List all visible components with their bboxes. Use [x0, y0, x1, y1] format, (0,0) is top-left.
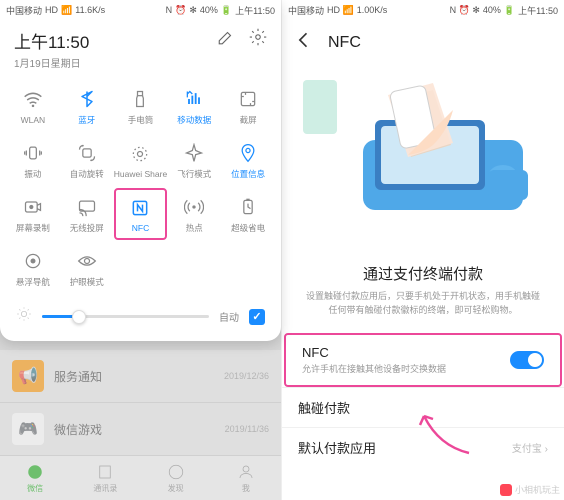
cellular-icon	[182, 87, 206, 111]
qs-tile-hotspot[interactable]: 热点	[167, 188, 221, 240]
powersave-icon	[236, 195, 260, 219]
qs-tile-record[interactable]: 屏幕录制	[6, 188, 60, 240]
section-subtitle: 设置触碰付款应用后，只要手机处于开机状态，用手机触碰任何带有触碰付款徽标的终端，…	[302, 290, 544, 317]
nav-discover[interactable]: 发现	[141, 456, 211, 500]
hd-icon: HD	[45, 5, 58, 15]
auto-brightness-checkbox[interactable]	[249, 309, 265, 325]
hotspot-icon	[182, 195, 206, 219]
panel-date: 1月19日星期日	[14, 55, 89, 70]
qs-tile-share[interactable]: Huawei Share	[114, 134, 168, 186]
qs-tile-location[interactable]: 位置信息	[221, 134, 275, 186]
carrier-text: 中国移动	[6, 4, 42, 17]
right-phone: 中国移动 HD 📶 1.00K/s N ⏰ ✻ 40%🔋 上午11:50 NFC	[282, 0, 564, 500]
page-title: NFC	[328, 34, 361, 52]
brightness-row: 自动	[0, 298, 281, 331]
brightness-slider[interactable]	[42, 315, 209, 318]
annotation-arrow	[414, 408, 484, 458]
qs-tile-cast[interactable]: 无线投屏	[60, 188, 114, 240]
time-text: 上午11:50	[518, 4, 558, 17]
battery-text: 40%	[483, 5, 501, 15]
screenshot-icon	[236, 87, 260, 111]
bt-status-icon: ✻	[189, 5, 197, 16]
speed-text: 11.6K/s	[75, 5, 105, 15]
list-item[interactable]: 📢 服务通知 2019/12/36	[0, 350, 281, 403]
float-nav-icon	[21, 249, 45, 273]
qs-tile-float-nav[interactable]: 悬浮导航	[6, 242, 60, 294]
speed-text: 1.00K/s	[357, 5, 388, 15]
nfc-toggle-row[interactable]: NFC 允许手机在接触其他设备时交换数据	[284, 333, 562, 387]
bluetooth-icon	[75, 87, 99, 111]
flashlight-icon	[128, 87, 152, 111]
section-title: 通过支付终端付款	[302, 263, 544, 284]
nfc-illustration	[282, 65, 564, 245]
nfc-status-icon: N	[166, 5, 173, 15]
left-phone: 中国移动 HD 📶 11.6K/s N ⏰ ✻ 40%🔋 上午11:50 上午1…	[0, 0, 282, 500]
nav-me[interactable]: 我	[211, 456, 281, 500]
avatar: 📢	[12, 360, 44, 392]
time-text: 上午11:50	[235, 4, 275, 17]
qs-tile-powersave[interactable]: 超级省电	[221, 188, 275, 240]
share-icon	[128, 142, 152, 166]
panel-time: 上午11:50	[14, 28, 89, 53]
status-bar: 中国移动 HD 📶 1.00K/s N ⏰ ✻ 40%🔋 上午11:50	[282, 0, 564, 20]
qs-tile-airplane[interactable]: 飞行模式	[167, 134, 221, 186]
back-button[interactable]	[294, 30, 314, 55]
qs-tile-bluetooth[interactable]: 蓝牙	[60, 80, 114, 132]
qs-tile-cellular[interactable]: 移动数据	[167, 80, 221, 132]
list-item[interactable]: 🎮 微信游戏 2019/11/36	[0, 403, 281, 456]
auto-brightness-label: 自动	[219, 309, 239, 324]
location-icon	[236, 141, 260, 165]
qs-tile-wifi[interactable]: WLAN	[6, 80, 60, 132]
edit-icon[interactable]	[217, 28, 235, 51]
record-icon	[21, 195, 45, 219]
wifi-icon	[21, 88, 45, 112]
qs-tile-eye-protect[interactable]: 护眼模式	[60, 242, 114, 294]
qs-tile-screenshot[interactable]: 截屏	[221, 80, 275, 132]
nav-contacts[interactable]: 通讯录	[70, 456, 140, 500]
battery-text: 40%	[200, 5, 218, 15]
nfc-toggle[interactable]	[510, 351, 544, 369]
background-content: 📢 服务通知 2019/12/36 🎮 微信游戏 2019/11/36 微信 通…	[0, 350, 281, 500]
carrier-text: 中国移动	[288, 4, 324, 17]
cast-icon	[75, 195, 99, 219]
status-bar: 中国移动 HD 📶 11.6K/s N ⏰ ✻ 40%🔋 上午11:50	[0, 0, 281, 20]
qs-tile-flashlight[interactable]: 手电筒	[114, 80, 168, 132]
page-header: NFC	[282, 20, 564, 65]
qs-tile-nfc[interactable]: NFC	[114, 188, 168, 240]
nfc-icon	[128, 196, 152, 220]
airplane-icon	[182, 141, 206, 165]
settings-icon[interactable]	[249, 28, 267, 51]
nav-wechat[interactable]: 微信	[0, 456, 70, 500]
qs-tile-vibrate[interactable]: 振动	[6, 134, 60, 186]
eye-protect-icon	[75, 249, 99, 273]
bottom-nav: 微信 通讯录 发现 我	[0, 456, 281, 500]
qs-tile-rotate[interactable]: 自动旋转	[60, 134, 114, 186]
avatar: 🎮	[12, 413, 44, 445]
quick-settings-grid: WLAN蓝牙手电筒移动数据截屏振动自动旋转Huawei Share飞行模式位置信…	[0, 76, 281, 298]
alarm-icon: ⏰	[175, 5, 186, 16]
watermark: 小相机玩主	[500, 483, 560, 496]
rotate-icon	[75, 141, 99, 165]
quick-settings-panel: 中国移动 HD 📶 11.6K/s N ⏰ ✻ 40%🔋 上午11:50 上午1…	[0, 0, 281, 341]
brightness-icon	[16, 306, 32, 327]
vibrate-icon	[21, 141, 45, 165]
